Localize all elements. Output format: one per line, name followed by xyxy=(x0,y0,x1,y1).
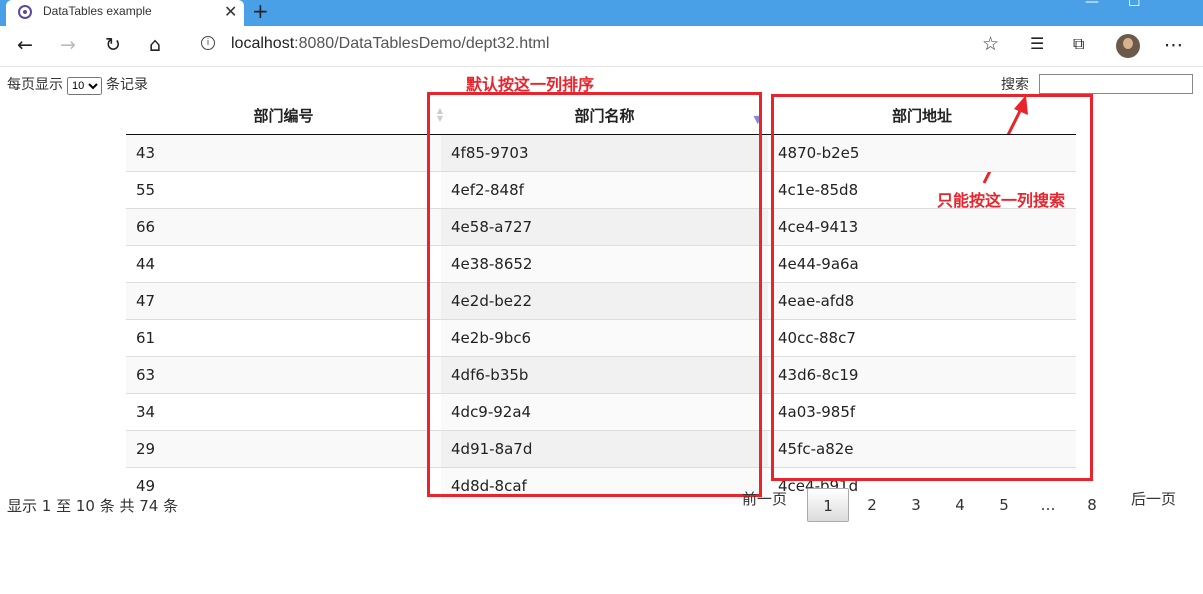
forward-icon[interactable]: → xyxy=(60,34,76,56)
cell-dept-no: 55 xyxy=(126,171,441,209)
page-length-select[interactable]: 10 xyxy=(67,77,102,95)
reload-icon[interactable]: ↻ xyxy=(105,34,121,56)
page-button[interactable]: 1 xyxy=(807,488,849,522)
length-prefix: 每页显示 xyxy=(7,77,63,93)
search-input[interactable] xyxy=(1039,74,1193,94)
column-header-dept-no[interactable]: 部门编号 ▲ ▼ xyxy=(126,96,443,135)
length-suffix: 条记录 xyxy=(106,77,148,93)
cell-dept-no: 29 xyxy=(126,430,441,468)
maximize-button[interactable]: ☐ xyxy=(1128,0,1141,10)
favicon-icon xyxy=(18,5,32,19)
search-label: 搜索 xyxy=(1001,77,1029,93)
cell-dept-no: 44 xyxy=(126,245,441,283)
page-button[interactable]: 5 xyxy=(983,488,1025,522)
next-page-button[interactable]: 后一页 xyxy=(1131,488,1176,509)
page-ellipsis: … xyxy=(1040,496,1056,514)
cell-dept-no: 47 xyxy=(126,282,441,320)
page-content: 每页显示 10 条记录 搜索 默认按这一列排序 只能按这一列搜索 部门编号 ▲ ▼ 部门… xyxy=(0,67,1203,594)
more-menu-icon[interactable]: ⋯ xyxy=(1164,34,1183,56)
home-icon[interactable]: ⌂ xyxy=(149,34,161,56)
cell-dept-no: 66 xyxy=(126,208,441,246)
back-icon[interactable]: ← xyxy=(17,34,33,56)
sort-highlight-box xyxy=(427,92,762,497)
minimize-button[interactable]: — xyxy=(1085,0,1099,10)
browser-tab[interactable]: DataTables example ✕ xyxy=(6,0,244,26)
page-button[interactable]: 2 xyxy=(851,488,893,522)
page-length-control: 每页显示 10 条记录 xyxy=(7,74,148,95)
cell-dept-no: 43 xyxy=(126,134,441,172)
address-bar[interactable]: i localhost:8080/DataTablesDemo/dept32.h… xyxy=(187,30,1009,60)
page-button[interactable]: 3 xyxy=(895,488,937,522)
url-text[interactable]: localhost:8080/DataTablesDemo/dept32.htm… xyxy=(231,35,549,53)
cell-dept-no: 61 xyxy=(126,319,441,357)
profile-avatar[interactable] xyxy=(1116,34,1140,58)
cell-dept-no: 34 xyxy=(126,393,441,431)
page-button[interactable]: 8 xyxy=(1071,488,1113,522)
table-info: 显示 1 至 10 条 共 74 条 xyxy=(7,497,179,515)
tab-title: DataTables example xyxy=(43,4,152,18)
cell-dept-no: 63 xyxy=(126,356,441,394)
page-button[interactable]: 4 xyxy=(939,488,981,522)
browser-toolbar: ← → ↻ ⌂ i localhost:8080/DataTablesDemo/… xyxy=(0,26,1203,67)
favorite-star-icon[interactable]: ☆ xyxy=(982,33,999,55)
browser-titlebar: DataTables example ✕ + — ☐ xyxy=(0,0,1203,26)
search-highlight-box xyxy=(771,94,1093,481)
new-tab-button[interactable]: + xyxy=(252,0,269,23)
tab-close-icon[interactable]: ✕ xyxy=(224,2,237,21)
collections-icon[interactable]: ⧉ xyxy=(1073,34,1084,54)
favorites-icon[interactable]: ☰ xyxy=(1030,34,1044,53)
info-icon[interactable]: i xyxy=(201,36,215,50)
previous-page-button[interactable]: 前一页 xyxy=(742,488,787,509)
